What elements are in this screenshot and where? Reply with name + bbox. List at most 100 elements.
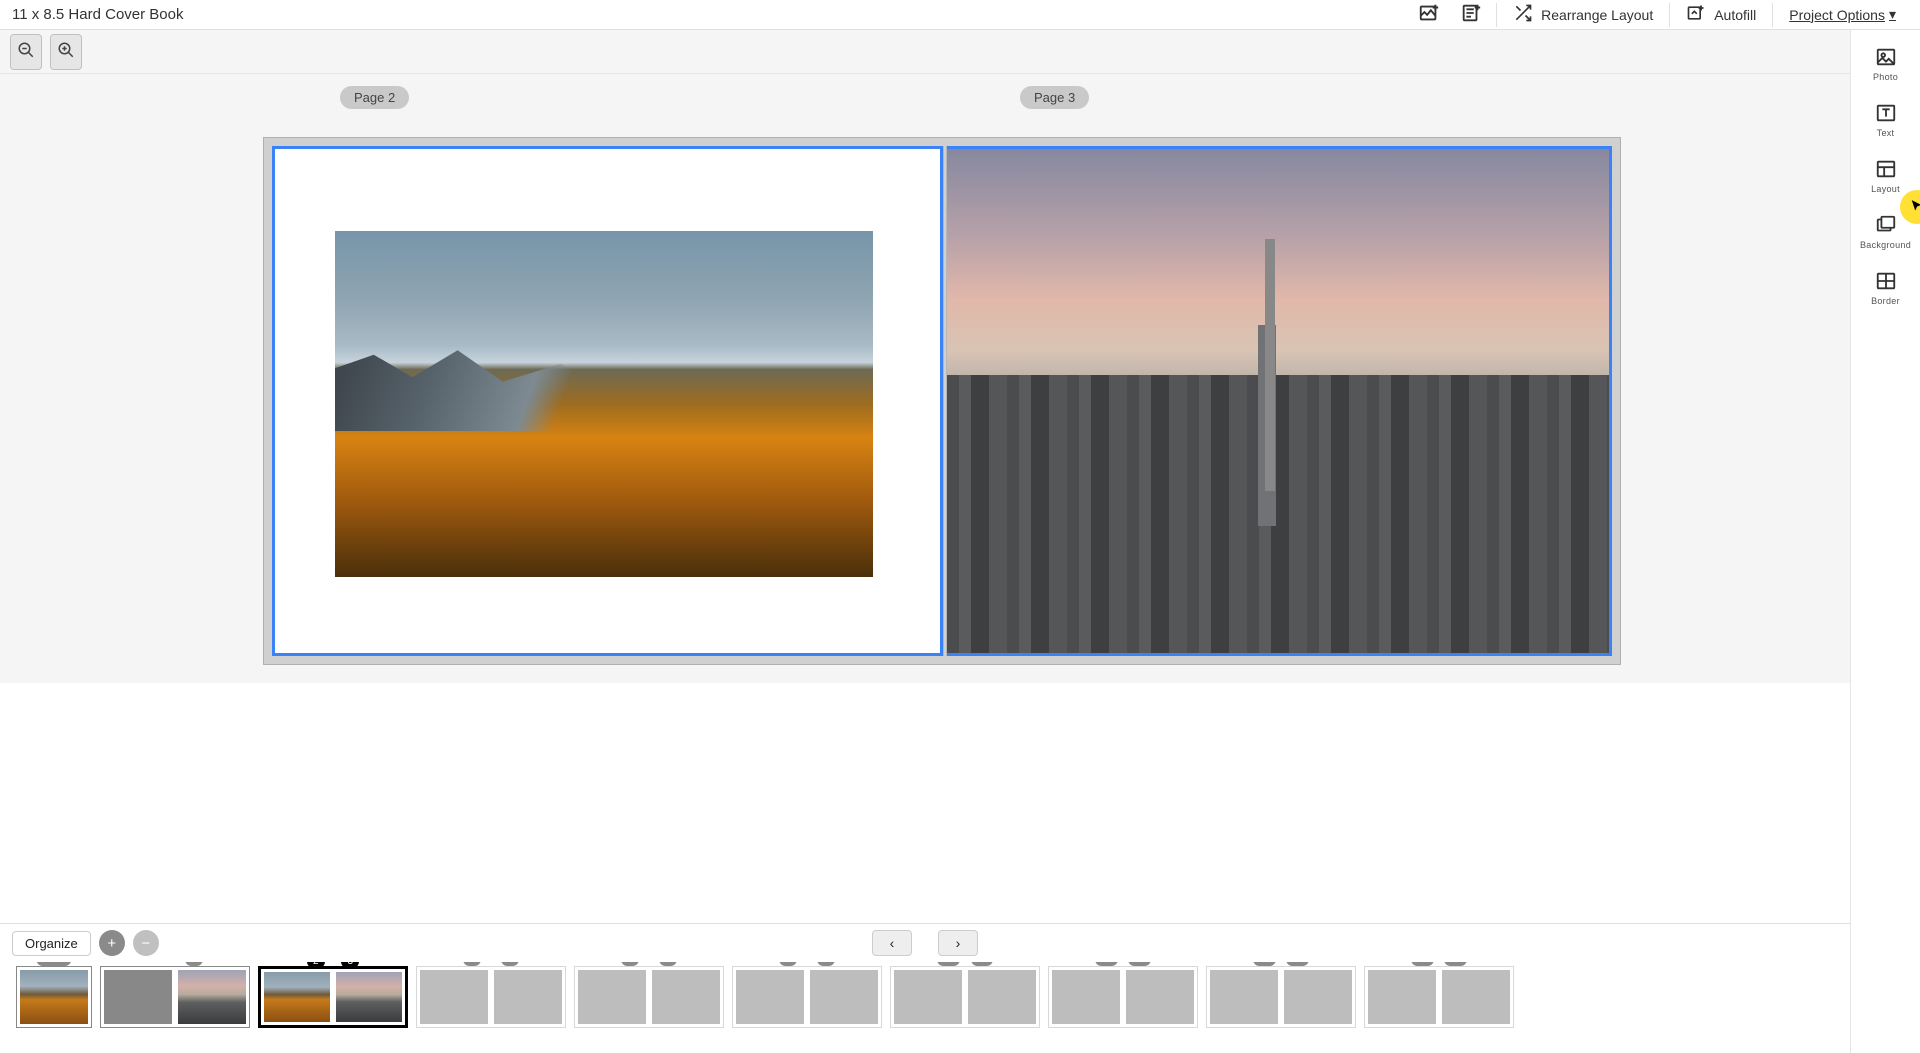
thumb-spread-4-5[interactable]: 4 5	[416, 966, 566, 1028]
thumb-page-13	[1126, 970, 1194, 1024]
chevron-right-icon: ›	[956, 935, 961, 951]
thumb-page-8	[736, 970, 804, 1024]
thumb-pgnum-10: 10	[937, 962, 960, 966]
add-page-button[interactable]: +	[99, 930, 125, 956]
thumb-front[interactable]: Front	[16, 966, 92, 1028]
sidebar-background-label: Background	[1860, 240, 1911, 250]
thumb-spread-2-3[interactable]: 2 3	[258, 966, 408, 1028]
thumb-pgnum-9: 9	[817, 962, 835, 966]
cursor-icon	[1910, 199, 1920, 216]
sidebar-photo-label: Photo	[1873, 72, 1898, 82]
project-options-dropdown[interactable]: Project Options ▾	[1777, 0, 1908, 29]
thumb-spread-8-9[interactable]: 8 9	[732, 966, 882, 1028]
thumb-spread-16-17[interactable]: 16 17	[1364, 966, 1514, 1028]
thumb-pgnum-13: 13	[1128, 962, 1151, 966]
prev-spread-button[interactable]: ‹	[872, 930, 912, 956]
minus-icon: −	[141, 935, 150, 952]
thumb-front-label: Front	[36, 962, 71, 966]
project-options-label: Project Options	[1789, 7, 1885, 23]
rearrange-label: Rearrange Layout	[1541, 7, 1653, 23]
thumb-page-11	[968, 970, 1036, 1024]
shuffle-icon	[1513, 3, 1533, 26]
thumb-page-4	[420, 970, 488, 1024]
thumb-page-6	[578, 970, 646, 1024]
thumb-pgnum-14: 14	[1253, 962, 1276, 966]
thumb-pgnum-8: 8	[779, 962, 797, 966]
thumb-pgnum-15: 15	[1286, 962, 1309, 966]
sidebar-text[interactable]: Text	[1851, 92, 1920, 148]
thumbnails-row[interactable]: Front 1 2 3 4 5 6 7	[0, 962, 1850, 1036]
add-photo-button[interactable]	[1408, 0, 1450, 33]
border-icon	[1875, 270, 1897, 292]
zoom-out-button[interactable]	[10, 34, 42, 70]
thumb-page-10	[894, 970, 962, 1024]
caret-down-icon: ▾	[1889, 6, 1896, 23]
thumb-pgnum-2: 2	[307, 962, 325, 968]
city-image	[947, 149, 1609, 653]
rearrange-layout-button[interactable]: Rearrange Layout	[1501, 0, 1665, 32]
photo-icon	[1875, 46, 1897, 68]
project-title: 11 x 8.5 Hard Cover Book	[12, 6, 183, 23]
autofill-button[interactable]: Autofill	[1674, 0, 1768, 32]
organize-button[interactable]: Organize	[12, 931, 91, 956]
zoom-bar	[0, 30, 1920, 74]
thumb-page-7	[652, 970, 720, 1024]
page-left[interactable]	[272, 146, 943, 656]
thumb-spread-12-13[interactable]: 12 13	[1048, 966, 1198, 1028]
canvas-wrap: Page 2 Page 3	[0, 74, 1884, 683]
thumb-page-12	[1052, 970, 1120, 1024]
sidebar-border[interactable]: Border	[1851, 260, 1920, 316]
thumbnail-bar: Organize + − ‹ › Front 1 2 3 4 5	[0, 923, 1850, 1053]
thumb-pgnum-4: 4	[463, 962, 481, 966]
thumb-spread-10-11[interactable]: 10 11	[890, 966, 1040, 1028]
thumb-page-16	[1368, 970, 1436, 1024]
thumb-pgnum-12: 12	[1095, 962, 1118, 966]
add-text-page-icon	[1460, 2, 1482, 27]
thumb-pgnum-7: 7	[659, 962, 677, 966]
thumb-page-inside-cover	[104, 970, 172, 1024]
book-spread[interactable]	[263, 137, 1621, 665]
background-icon	[1875, 214, 1897, 236]
layout-icon	[1875, 158, 1897, 180]
zoom-in-icon	[57, 41, 75, 62]
sidebar-photo[interactable]: Photo	[1851, 36, 1920, 92]
sidebar-layout-label: Layout	[1871, 184, 1900, 194]
top-toolbar: 11 x 8.5 Hard Cover Book Rearrange Layou…	[0, 0, 1920, 30]
thumb-page-9	[810, 970, 878, 1024]
next-spread-button[interactable]: ›	[938, 930, 978, 956]
thumb-pgnum-3: 3	[341, 962, 359, 968]
thumb-spread-1[interactable]: 1	[100, 966, 250, 1028]
thumb-page-1-img	[178, 970, 246, 1024]
thumb-front-image	[20, 970, 88, 1024]
add-text-page-button[interactable]	[1450, 0, 1492, 33]
thumb-pgnum-11: 11	[971, 962, 993, 966]
thumb-page-2-img	[264, 972, 330, 1022]
thumb-pgnum-5: 5	[501, 962, 519, 966]
thumb-page-3-img	[336, 972, 402, 1022]
editor-canvas-area: Page 2 Page 3	[0, 74, 1920, 683]
add-photo-icon	[1418, 2, 1440, 27]
zoom-out-icon	[17, 41, 35, 62]
thumb-pgnum-17: 17	[1444, 962, 1467, 966]
thumb-pgnum-6: 6	[621, 962, 639, 966]
zoom-in-button[interactable]	[50, 34, 82, 70]
photo-slot-left[interactable]	[335, 231, 873, 577]
page-right[interactable]	[947, 146, 1612, 656]
thumb-pgnum-1: 1	[185, 962, 203, 966]
chevron-left-icon: ‹	[890, 935, 895, 951]
forest-image	[335, 231, 873, 577]
thumb-page-15	[1284, 970, 1352, 1024]
thumb-pgnum-16: 16	[1411, 962, 1434, 966]
right-sidebar: Photo Text Layout Background Border	[1850, 30, 1920, 1053]
page-label-right: Page 3	[1020, 86, 1089, 109]
text-icon	[1875, 102, 1897, 124]
thumb-page-5	[494, 970, 562, 1024]
thumb-controls: Organize + − ‹ ›	[0, 924, 1850, 962]
thumb-spread-14-15[interactable]: 14 15	[1206, 966, 1356, 1028]
sidebar-border-label: Border	[1871, 296, 1900, 306]
photo-slot-right[interactable]	[947, 146, 1612, 656]
page-label-left: Page 2	[340, 86, 409, 109]
remove-page-button[interactable]: −	[133, 930, 159, 956]
autofill-label: Autofill	[1714, 7, 1756, 23]
thumb-spread-6-7[interactable]: 6 7	[574, 966, 724, 1028]
